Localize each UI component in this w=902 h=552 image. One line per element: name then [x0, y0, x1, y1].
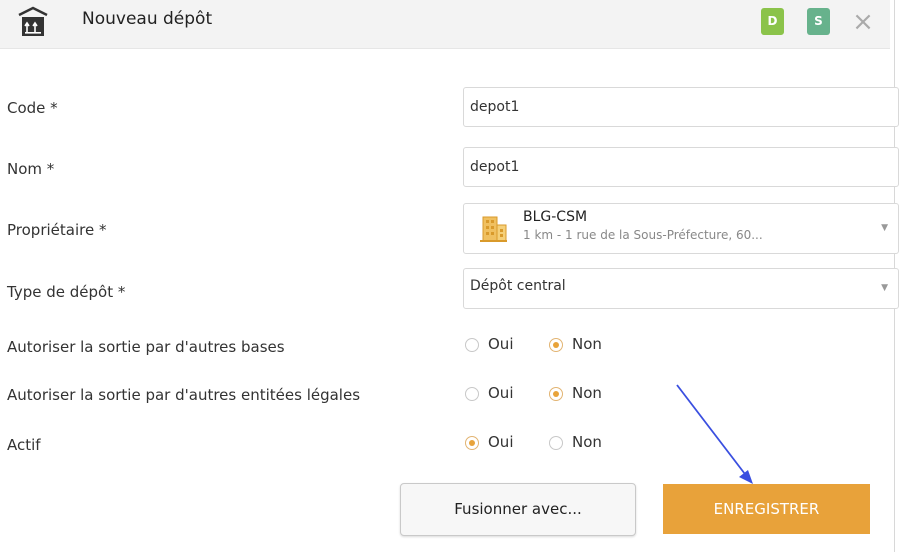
dialog-title: Nouveau dépôt	[82, 9, 213, 29]
merge-button[interactable]: Fusionner avec...	[400, 483, 636, 536]
type-depot-label: Type de dépôt *	[7, 283, 126, 301]
actif-non-radio[interactable]: Non	[549, 433, 619, 453]
nom-field[interactable]	[463, 147, 899, 187]
code-label: Code *	[7, 99, 58, 117]
radio-label: Non	[572, 433, 602, 451]
radio-label: Oui	[488, 335, 514, 353]
radio-circle[interactable]	[465, 387, 479, 401]
radio-circle[interactable]	[549, 387, 563, 401]
actif-label: Actif	[7, 436, 41, 454]
sortie-bases-oui-radio[interactable]: Oui	[465, 335, 525, 355]
save-button[interactable]: ENREGISTRER	[663, 484, 870, 534]
radio-label: Oui	[488, 433, 514, 451]
chevron-down-icon[interactable]: ▼	[881, 283, 888, 293]
radio-label: Oui	[488, 384, 514, 402]
radio-circle[interactable]	[549, 436, 563, 450]
radio-label: Non	[572, 335, 602, 353]
radio-circle[interactable]	[549, 338, 563, 352]
nom-input[interactable]	[464, 148, 898, 186]
code-field[interactable]	[463, 87, 899, 127]
sortie-bases-label: Autoriser la sortie par d'autres bases	[7, 338, 285, 356]
type-depot-select[interactable]: Dépôt central ▼	[463, 268, 899, 309]
dialog-header: Nouveau dépôt D S ×	[0, 0, 890, 49]
nom-label: Nom *	[7, 160, 55, 178]
close-icon[interactable]: ×	[850, 7, 876, 37]
proprietaire-name: BLG-CSM	[523, 209, 588, 225]
type-depot-value: Dépôt central	[470, 278, 566, 294]
chevron-down-icon[interactable]: ▼	[881, 223, 888, 233]
building-icon	[480, 216, 507, 242]
proprietaire-address: 1 km - 1 rue de la Sous-Préfecture, 60..…	[523, 228, 763, 242]
proprietaire-label: Propriétaire *	[7, 221, 107, 239]
radio-circle[interactable]	[465, 436, 479, 450]
depot-box-icon	[18, 6, 48, 36]
sortie-entites-oui-radio[interactable]: Oui	[465, 384, 525, 404]
sortie-entites-label: Autoriser la sortie par d'autres entitée…	[7, 386, 361, 404]
radio-label: Non	[572, 384, 602, 402]
badge-s[interactable]: S	[807, 8, 830, 35]
badge-d[interactable]: D	[761, 8, 784, 35]
proprietaire-select[interactable]: BLG-CSM 1 km - 1 rue de la Sous-Préfectu…	[463, 203, 899, 254]
sortie-bases-non-radio[interactable]: Non	[549, 335, 619, 355]
actif-oui-radio[interactable]: Oui	[465, 433, 525, 453]
sortie-entites-non-radio[interactable]: Non	[549, 384, 619, 404]
radio-circle[interactable]	[465, 338, 479, 352]
code-input[interactable]	[464, 88, 898, 126]
